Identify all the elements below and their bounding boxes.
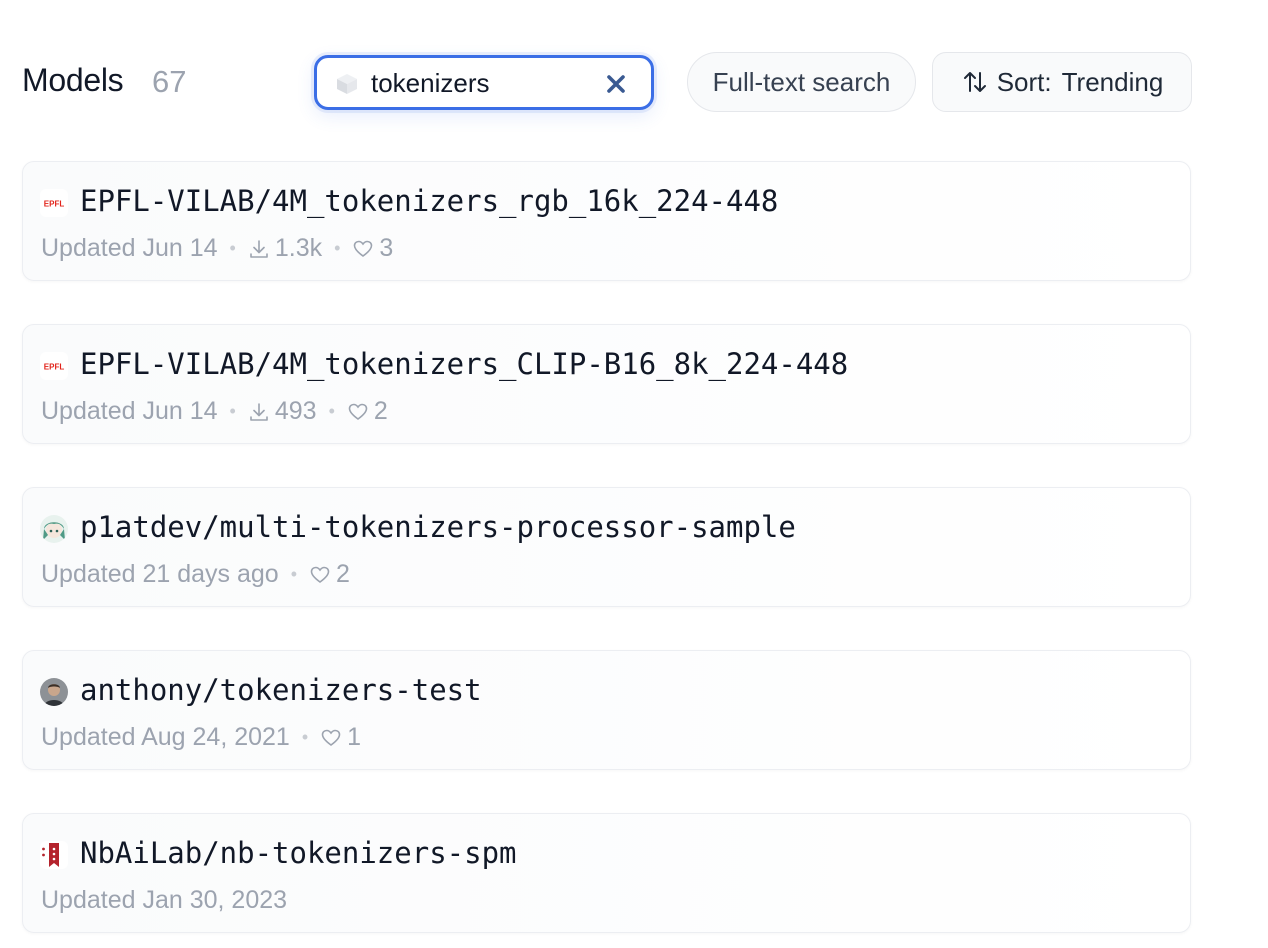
cube-icon — [337, 74, 357, 94]
downloads-count: 493 — [274, 397, 317, 425]
model-meta: Updated Aug 24, 2021 • 1 — [41, 723, 361, 752]
model-card[interactable]: EPFL EPFL-VILAB/4M_tokenizers_rgb_16k_22… — [22, 161, 1191, 281]
likes-count: 3 — [379, 234, 394, 262]
separator-dot: • — [328, 401, 335, 421]
models-count: 67 — [152, 64, 187, 99]
clear-search-icon[interactable] — [603, 71, 629, 97]
heart-icon — [354, 240, 373, 257]
updated-text: Updated Jun 14 — [41, 234, 218, 262]
person-avatar-icon — [40, 678, 68, 706]
updated-text: Updated Aug 24, 2021 — [41, 723, 290, 751]
epfl-logo-icon: EPFL — [40, 352, 68, 380]
separator-dot: • — [334, 238, 341, 258]
full-text-search-button[interactable]: Full-text search — [687, 52, 916, 112]
svg-text:EPFL: EPFL — [44, 363, 65, 372]
model-meta: Updated Jan 30, 2023 — [41, 886, 287, 915]
full-text-search-label: Full-text search — [712, 66, 891, 97]
page-title: Models — [22, 62, 124, 98]
org-avatar — [40, 841, 68, 869]
model-card[interactable]: EPFL EPFL-VILAB/4M_tokenizers_CLIP-B16_8… — [22, 324, 1191, 444]
search-box[interactable] — [314, 55, 654, 110]
likes-count: 2 — [336, 560, 350, 588]
search-input[interactable] — [371, 67, 601, 99]
svg-text:EPFL: EPFL — [44, 200, 65, 209]
updated-text: Updated 21 days ago — [41, 560, 279, 588]
model-name[interactable]: anthony/tokenizers-test — [80, 673, 482, 707]
model-name[interactable]: p1atdev/multi-tokenizers-processor-sampl… — [80, 510, 796, 544]
separator-dot: • — [229, 238, 236, 258]
org-avatar: EPFL — [40, 352, 68, 380]
model-meta: Updated Jun 14 • 1.3k • 3 — [41, 234, 393, 263]
sort-label: Sort: — [996, 66, 1052, 97]
model-card[interactable]: NbAiLab/nb-tokenizers-spm Updated Jan 30… — [22, 813, 1191, 933]
separator-dot: • — [301, 727, 309, 747]
heart-icon — [321, 729, 341, 746]
sort-value: Trending — [1061, 66, 1164, 97]
updated-text: Updated Jun 14 — [41, 397, 218, 425]
sort-arrows-icon — [963, 72, 986, 92]
model-name[interactable]: EPFL-VILAB/4M_tokenizers_rgb_16k_224-448 — [80, 184, 778, 218]
separator-dot: • — [290, 564, 297, 584]
epfl-logo-icon: EPFL — [40, 189, 68, 217]
separator-dot: • — [229, 401, 236, 421]
model-card[interactable]: anthony/tokenizers-test Updated Aug 24, … — [22, 650, 1191, 770]
model-name[interactable]: EPFL-VILAB/4M_tokenizers_CLIP-B16_8k_224… — [80, 347, 848, 381]
model-meta: Updated Jun 14 • 493 • 2 — [41, 397, 388, 426]
model-card[interactable]: p1atdev/multi-tokenizers-processor-sampl… — [22, 487, 1191, 607]
updated-text: Updated Jan 30, 2023 — [41, 886, 288, 914]
downloads-count: 1.3k — [274, 234, 323, 262]
org-avatar: EPFL — [40, 189, 68, 217]
download-icon — [250, 239, 268, 258]
model-name[interactable]: NbAiLab/nb-tokenizers-spm — [80, 836, 517, 870]
user-avatar — [40, 515, 68, 543]
user-avatar — [40, 678, 68, 706]
download-icon — [250, 402, 268, 421]
heart-icon — [310, 566, 330, 583]
models-header: Models 67 Full-text search Sort: Trendin… — [0, 0, 1268, 140]
sort-button[interactable]: Sort: Trending — [932, 52, 1192, 112]
likes-count: 1 — [347, 723, 362, 751]
nbailab-logo-icon — [40, 841, 68, 869]
likes-count: 2 — [373, 397, 388, 425]
anime-avatar-icon — [40, 515, 68, 543]
heart-icon — [348, 403, 368, 420]
model-meta: Updated 21 days ago • 2 — [41, 560, 350, 589]
